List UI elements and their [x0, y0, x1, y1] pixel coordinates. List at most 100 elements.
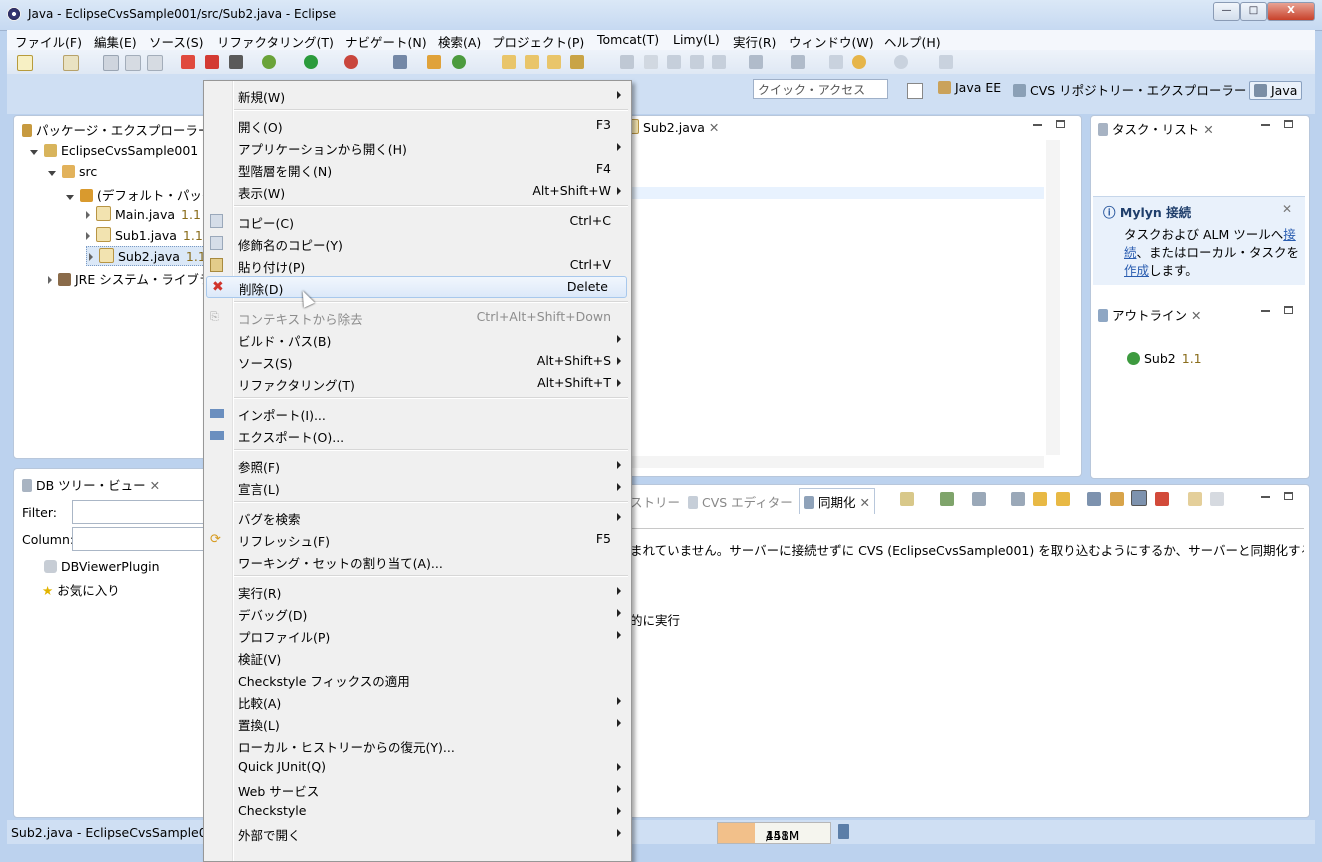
menu-item-paste[interactable]: 貼り付け(P) Ctrl+V [204, 254, 631, 276]
save-icon[interactable] [103, 55, 119, 71]
close-tab-icon[interactable]: ✕ [860, 495, 870, 510]
collapse-icon[interactable] [89, 253, 93, 261]
outgoing-mode-icon[interactable] [1110, 492, 1124, 506]
forward-icon[interactable] [894, 55, 908, 69]
word-wrap-icon[interactable] [690, 55, 704, 69]
tree-file-sub1[interactable]: Sub1.java 1.1 [86, 227, 203, 243]
menu-item-declarations[interactable]: 宣言(L) [204, 476, 631, 498]
maximize-button[interactable]: □ [1240, 2, 1267, 21]
collapse-icon[interactable] [86, 232, 90, 240]
menu-item-open-with[interactable]: アプリケーションから開く(H) [204, 136, 631, 158]
db-favorites-item[interactable]: ★ お気に入り [42, 580, 120, 599]
menu-item-restore-local-history[interactable]: ローカル・ヒストリーからの復元(Y)... [204, 734, 631, 756]
editor-minimize-icon[interactable] [1033, 124, 1042, 126]
next-diff-icon[interactable] [1033, 492, 1047, 506]
tab-synchronize[interactable]: 同期化 ✕ [799, 488, 875, 514]
menu-item-copy[interactable]: コピー(C) Ctrl+C [204, 210, 631, 232]
show-whitespace-icon[interactable] [712, 55, 726, 69]
menu-item-open-type-hierarchy[interactable]: 型階層を開く(N) F4 [204, 158, 631, 180]
annotation-icon[interactable] [644, 55, 658, 69]
menu-navigate[interactable]: ナビゲート(N) [345, 32, 427, 51]
column-input[interactable] [72, 527, 209, 551]
menu-limy[interactable]: Limy(L) [673, 32, 720, 47]
open-folder-icon[interactable] [547, 55, 561, 69]
close-tab-icon[interactable]: ✕ [1203, 122, 1213, 137]
menu-refactoring[interactable]: リファクタリング(T) [217, 32, 334, 51]
menu-item-copy-qualified-name[interactable]: 修飾名のコピー(Y) [204, 232, 631, 254]
external-tools-icon[interactable] [344, 55, 358, 69]
print-icon[interactable] [147, 55, 163, 71]
back-icon[interactable] [852, 55, 866, 69]
tab-history[interactable]: ストリー [630, 492, 680, 511]
menu-item-checkstyle-fix[interactable]: Checkstyle フィックスの適用 [204, 668, 631, 690]
menu-item-references[interactable]: 参照(F) [204, 454, 631, 476]
prev-diff-icon[interactable] [1056, 492, 1070, 506]
expand-icon[interactable] [30, 150, 38, 155]
expand-icon[interactable] [48, 171, 56, 176]
task-maximize-icon[interactable] [1284, 120, 1293, 128]
menu-file[interactable]: ファイル(F) [15, 32, 82, 51]
close-button[interactable]: X [1267, 2, 1315, 21]
menu-source[interactable]: ソース(S) [149, 32, 204, 51]
sync-minimize-icon[interactable] [1261, 496, 1270, 498]
outline-minimize-icon[interactable] [1261, 310, 1270, 312]
menu-project[interactable]: プロジェクト(P) [492, 32, 584, 51]
menu-item-debug[interactable]: デバッグ(D) [204, 602, 631, 624]
task-minimize-icon[interactable] [1261, 124, 1270, 126]
menu-item-quick-junit[interactable]: Quick JUnit(Q) [204, 756, 631, 778]
perspective-cvs[interactable]: CVS リポジトリー・エクスプローラー [1013, 80, 1246, 99]
filter-input[interactable] [72, 500, 209, 524]
sync-toolbar-icon[interactable] [900, 492, 914, 506]
conflicts-mode-icon[interactable] [1155, 492, 1169, 506]
open-type-icon[interactable] [502, 55, 516, 69]
menu-tomcat[interactable]: Tomcat(T) [597, 32, 659, 47]
menu-edit[interactable]: 編集(E) [94, 32, 137, 51]
sync-maximize-icon[interactable] [1284, 492, 1293, 500]
incoming-mode-icon[interactable] [1087, 492, 1101, 506]
menu-item-source[interactable]: ソース(S) Alt+Shift+S [204, 350, 631, 372]
db-tree-tab[interactable]: DB ツリー・ビュー ✕ [22, 475, 160, 494]
menu-item-refactoring[interactable]: リファクタリング(T) Alt+Shift+T [204, 372, 631, 394]
task-list-tab[interactable]: タスク・リスト ✕ [1098, 119, 1214, 138]
menu-item-delete[interactable]: ✖ 削除(D) Delete [206, 276, 627, 298]
menu-item-refresh[interactable]: ⟳ リフレッシュ(F) F5 [204, 528, 631, 550]
menu-item-replace[interactable]: 置換(L) [204, 712, 631, 734]
perspective-java[interactable]: Java [1249, 81, 1303, 100]
block-selection-icon[interactable] [667, 55, 681, 69]
tree-project[interactable]: EclipseCvsSample001 [30, 143, 198, 158]
menu-item-new[interactable]: 新規(W) [204, 84, 631, 106]
menu-item-web-services[interactable]: Web サービス [204, 778, 631, 800]
menu-item-import[interactable]: インポート(I)... [204, 402, 631, 424]
sync-settings-icon[interactable] [1210, 492, 1224, 506]
package-explorer-tab[interactable]: パッケージ・エクスプローラー [22, 120, 210, 139]
tree-file-main[interactable]: Main.java 1.1 [86, 206, 201, 222]
new-package-icon[interactable] [427, 55, 441, 69]
menu-item-profile[interactable]: プロファイル(P) [204, 624, 631, 646]
skip-breakpoints-icon[interactable] [393, 55, 407, 69]
menu-window[interactable]: ウィンドウ(W) [789, 32, 874, 51]
garbage-collect-icon[interactable] [838, 824, 849, 839]
menu-item-compare[interactable]: 比較(A) [204, 690, 631, 712]
open-perspective-icon[interactable] [907, 83, 923, 99]
checkstyle-icon[interactable] [181, 55, 195, 69]
checkstyle-clear-icon[interactable] [205, 55, 219, 69]
close-tab-icon[interactable]: ✕ [1191, 308, 1201, 323]
collapse-icon[interactable] [48, 276, 52, 284]
outline-maximize-icon[interactable] [1284, 306, 1293, 314]
tab-cvs-editor[interactable]: CVS エディター [688, 492, 793, 511]
close-tab-icon[interactable]: ✕ [150, 478, 160, 493]
menu-item-validate[interactable]: 検証(V) [204, 646, 631, 668]
prev-annotation-icon[interactable] [791, 55, 805, 69]
new-icon[interactable] [17, 55, 33, 71]
editor-vertical-scrollbar[interactable] [1046, 140, 1060, 455]
minimize-button[interactable]: — [1213, 2, 1240, 21]
editor-horizontal-scrollbar[interactable] [630, 456, 1044, 468]
perspective-java-ee[interactable]: Java EE [938, 80, 1001, 95]
mylyn-close-icon[interactable]: ✕ [1282, 202, 1292, 216]
menu-item-checkstyle[interactable]: Checkstyle [204, 800, 631, 822]
menu-help[interactable]: ヘルプ(H) [884, 32, 941, 51]
menu-run[interactable]: 実行(R) [733, 32, 776, 51]
menu-item-export[interactable]: エクスポート(O)... [204, 424, 631, 446]
outline-class-sub2[interactable]: Sub2 1.1 [1127, 351, 1202, 366]
run-icon[interactable] [304, 55, 318, 69]
